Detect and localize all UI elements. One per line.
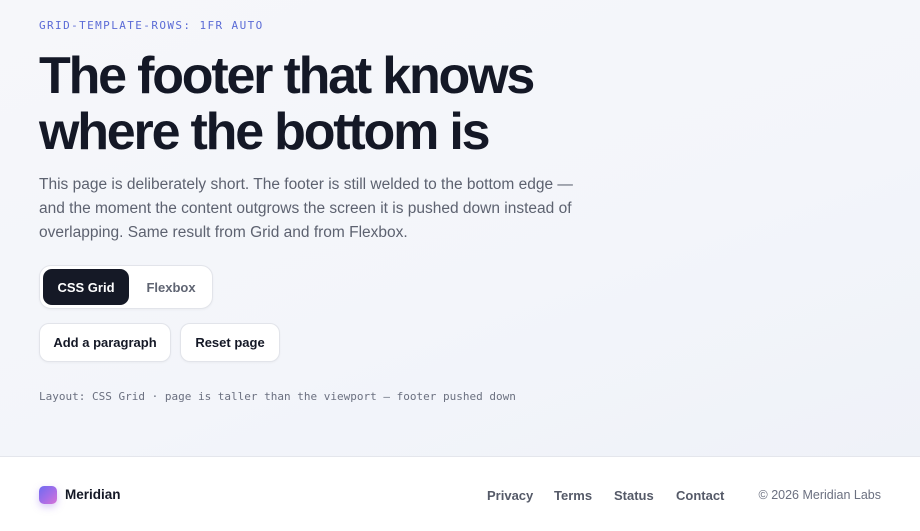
layout-status: Layout: CSS Grid · page is taller than t… [39,390,516,403]
footer-link-terms[interactable]: Terms [554,488,592,503]
footer-link-contact[interactable]: Contact [676,488,724,503]
copyright-notice: © 2026 Meridian Labs [758,488,881,502]
footer-link-status[interactable]: Status [614,488,654,503]
intro-paragraph: This page is deliberately short. The foo… [39,176,573,241]
site-footer: Meridian Privacy Terms Status Contact © … [0,456,920,531]
eyebrow-label: GRID-TEMPLATE-ROWS: 1FR AUTO [39,19,264,32]
layout-toggle: CSS Grid Flexbox [39,265,213,309]
page-title: The footer that knows where the bottom i… [39,47,535,161]
reset-page-button[interactable]: Reset page [180,323,280,362]
layout-option-css-grid[interactable]: CSS Grid [43,269,129,305]
add-paragraph-button[interactable]: Add a paragraph [39,323,171,362]
footer-link-privacy[interactable]: Privacy [487,488,533,503]
layout-option-flexbox[interactable]: Flexbox [132,269,210,305]
